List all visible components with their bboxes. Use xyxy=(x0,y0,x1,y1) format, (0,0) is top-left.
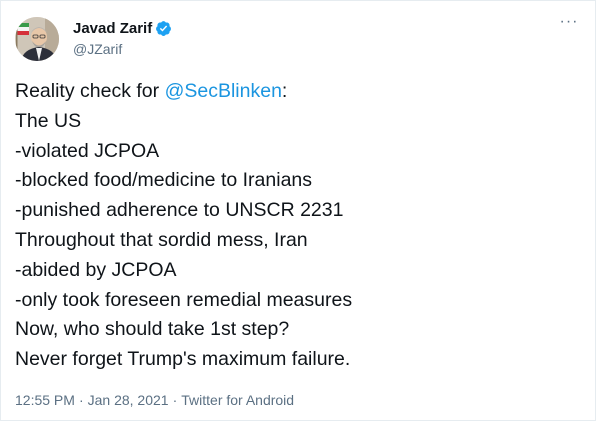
tweet-text-suffix: : xyxy=(281,80,288,102)
tweet-timestamp[interactable]: 12:55 PM xyxy=(15,392,75,408)
tweet-line: -punished adherence to UNSCR 2231 xyxy=(15,199,344,222)
avatar[interactable] xyxy=(15,17,59,61)
tweet-text: Reality check for @SecBlinken: The US -v… xyxy=(15,77,585,375)
tweet-line: -blocked food/medicine to Iranians xyxy=(15,169,313,192)
tweet-line: Never forget Trump's maximum failure. xyxy=(15,348,351,371)
meta-separator: · xyxy=(172,392,178,408)
tweet-line: Reality check for @SecBlinken: xyxy=(15,77,585,107)
tweet-card[interactable]: Javad Zarif @JZarif ··· Reality check fo… xyxy=(0,0,596,421)
tweet-line: -abided by JCPOA xyxy=(15,258,177,281)
more-options-button[interactable]: ··· xyxy=(557,14,581,35)
tweet-date[interactable]: Jan 28, 2021 xyxy=(88,392,169,408)
tweet-line: -violated JCPOA xyxy=(15,139,160,162)
tweet-metadata: 12:55 PM · Jan 28, 2021 · Twitter for Androi… xyxy=(15,392,294,408)
tweet-text-prefix: Reality check for xyxy=(15,80,165,102)
profile-photo-icon xyxy=(15,17,59,61)
author-display-name[interactable]: Javad Zarif xyxy=(73,20,152,37)
tweet-source-link[interactable]: Twitter for Android xyxy=(181,392,294,408)
tweet-line: -only took foreseen remedial measures xyxy=(15,288,353,311)
tweet-line: Throughout that sordid mess, Iran xyxy=(15,228,308,251)
mention-link[interactable]: @SecBlinken xyxy=(165,80,282,102)
tweet-line: Now, who should take 1st step? xyxy=(15,318,290,341)
meta-separator: · xyxy=(78,392,84,408)
author-info[interactable]: Javad Zarif @JZarif xyxy=(73,18,172,57)
verified-badge-icon xyxy=(155,20,172,37)
tweet-line: The US xyxy=(15,109,82,132)
author-handle[interactable]: @JZarif xyxy=(73,41,172,57)
